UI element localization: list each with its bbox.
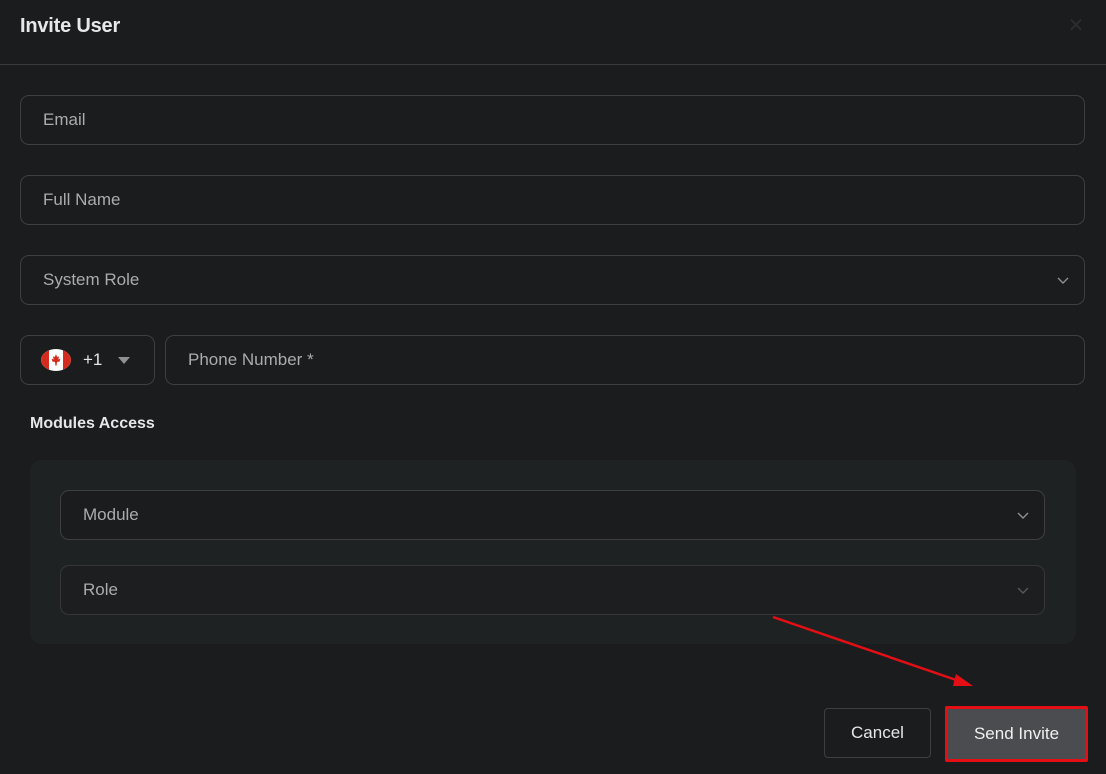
modules-access-label: Modules Access <box>30 415 155 432</box>
country-code-select[interactable]: +1 <box>20 335 155 385</box>
system-role-placeholder: System Role <box>43 270 140 289</box>
cancel-button[interactable]: Cancel <box>824 708 931 758</box>
chevron-down-icon <box>1057 277 1069 284</box>
dialog-header: Invite User ✕ <box>0 0 1106 65</box>
system-role-select[interactable]: System Role <box>20 255 1085 305</box>
email-input[interactable] <box>21 96 1084 144</box>
phone-number-input[interactable] <box>166 336 1084 384</box>
invite-user-dialog: Invite User ✕ System Role +1 Modules Acc… <box>0 0 1106 774</box>
close-icon[interactable]: ✕ <box>1066 16 1086 36</box>
chevron-down-icon <box>1017 587 1029 594</box>
full-name-input[interactable] <box>21 176 1084 224</box>
email-field[interactable] <box>20 95 1085 145</box>
caret-down-icon <box>118 357 130 364</box>
full-name-field[interactable] <box>20 175 1085 225</box>
country-code-value: +1 <box>83 350 103 369</box>
chevron-down-icon <box>1017 512 1029 519</box>
role-placeholder: Role <box>83 580 118 599</box>
phone-number-field[interactable] <box>165 335 1085 385</box>
dialog-title: Invite User <box>20 15 121 37</box>
role-select[interactable]: Role <box>60 565 1045 615</box>
module-select[interactable]: Module <box>60 490 1045 540</box>
modules-access-panel: Module Role <box>30 460 1076 644</box>
module-placeholder: Module <box>83 505 139 524</box>
canada-flag-icon <box>41 349 71 371</box>
send-invite-button[interactable]: Send Invite <box>945 706 1088 762</box>
